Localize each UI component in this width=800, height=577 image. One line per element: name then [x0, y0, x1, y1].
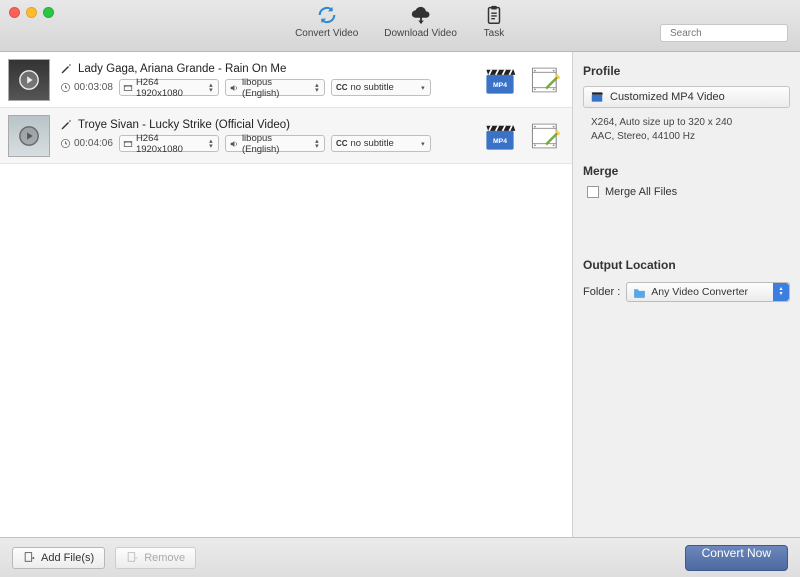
- remove-button[interactable]: Remove: [115, 547, 196, 569]
- profile-description: X264, Auto size up to 320 x 240 AAC, Ste…: [591, 116, 790, 144]
- edit-video-button[interactable]: [528, 118, 564, 154]
- svg-text:MP4: MP4: [493, 137, 507, 144]
- merge-heading: Merge: [583, 164, 790, 178]
- duration: 00:03:08: [60, 82, 113, 93]
- sidebar: Profile Customized MP4 Video X264, Auto …: [572, 52, 800, 537]
- chevron-updown-icon: ▴▾: [312, 82, 322, 94]
- profile-select[interactable]: Customized MP4 Video: [583, 86, 790, 108]
- video-title: Lady Gaga, Ariana Grande - Rain On Me: [78, 63, 286, 75]
- video-info: Lady Gaga, Ariana Grande - Rain On Me 00…: [60, 63, 472, 96]
- output-folder-select[interactable]: Any Video Converter ▴▾: [626, 282, 790, 302]
- clock-icon: [60, 138, 71, 149]
- play-icon: [18, 125, 40, 147]
- video-icon: [122, 82, 134, 94]
- remove-file-icon: [126, 551, 139, 564]
- audio-select[interactable]: libopus (English) ▴▾: [225, 79, 325, 96]
- subtitle-select[interactable]: CC no subtitle ▾: [331, 135, 431, 152]
- video-row[interactable]: Troye Sivan - Lucky Strike (Official Vid…: [0, 108, 572, 164]
- convert-now-button[interactable]: Convert Now: [685, 545, 788, 571]
- output-location-heading: Output Location: [583, 258, 790, 272]
- chevron-down-icon: ▾: [418, 138, 428, 150]
- footer: Add File(s) Remove Convert Now: [0, 537, 800, 577]
- download-video-tab[interactable]: Download Video: [384, 4, 457, 39]
- profile-heading: Profile: [583, 64, 790, 78]
- search-field[interactable]: [660, 24, 788, 42]
- download-video-label: Download Video: [384, 28, 457, 39]
- cloud-download-icon: [410, 4, 432, 26]
- pencil-icon[interactable]: [60, 119, 72, 131]
- add-file-icon: [23, 551, 36, 564]
- titlebar: Convert Video Download Video Task: [0, 0, 800, 52]
- clipboard-icon: [483, 4, 505, 26]
- clock-icon: [60, 82, 71, 93]
- play-icon: [18, 69, 40, 91]
- video-thumbnail[interactable]: [8, 59, 50, 101]
- video-thumbnail[interactable]: [8, 115, 50, 157]
- convert-video-tab[interactable]: Convert Video: [295, 4, 358, 39]
- audio-select[interactable]: libopus (English) ▴▾: [225, 135, 325, 152]
- refresh-icon: [316, 4, 338, 26]
- video-list: Lady Gaga, Ariana Grande - Rain On Me 00…: [0, 52, 572, 537]
- task-label: Task: [484, 28, 505, 39]
- clapperboard-icon: [590, 90, 604, 104]
- subtitle-select[interactable]: CC no subtitle ▾: [331, 79, 431, 96]
- video-icon: [122, 138, 134, 150]
- clapperboard-icon: MP4: [483, 119, 517, 153]
- chevron-updown-icon: ▴▾: [206, 82, 216, 94]
- format-select[interactable]: H264 1920x1080 ▴▾: [119, 79, 219, 96]
- output-format-button[interactable]: MP4: [482, 118, 518, 154]
- folder-icon: [633, 287, 646, 298]
- chevron-updown-icon: ▴▾: [206, 138, 216, 150]
- chevron-updown-icon: ▴▾: [312, 138, 322, 150]
- folder-label: Folder :: [583, 286, 620, 298]
- checkbox-icon: [587, 186, 599, 198]
- duration: 00:04:06: [60, 138, 113, 149]
- filmstrip-wand-icon: [529, 119, 563, 153]
- clapperboard-icon: MP4: [483, 63, 517, 97]
- output-format-button[interactable]: MP4: [482, 62, 518, 98]
- speaker-icon: [228, 138, 240, 150]
- speaker-icon: [228, 82, 240, 94]
- video-title: Troye Sivan - Lucky Strike (Official Vid…: [78, 119, 290, 131]
- merge-all-checkbox[interactable]: Merge All Files: [587, 186, 790, 198]
- task-tab[interactable]: Task: [483, 4, 505, 39]
- filmstrip-wand-icon: [529, 63, 563, 97]
- convert-video-label: Convert Video: [295, 28, 358, 39]
- video-row[interactable]: Lady Gaga, Ariana Grande - Rain On Me 00…: [0, 52, 572, 108]
- chevron-updown-icon: ▴▾: [773, 283, 789, 301]
- add-files-button[interactable]: Add File(s): [12, 547, 105, 569]
- svg-text:MP4: MP4: [493, 81, 507, 88]
- search-input[interactable]: [670, 28, 800, 39]
- pencil-icon[interactable]: [60, 63, 72, 75]
- edit-video-button[interactable]: [528, 62, 564, 98]
- video-info: Troye Sivan - Lucky Strike (Official Vid…: [60, 119, 472, 152]
- chevron-down-icon: ▾: [418, 82, 428, 94]
- format-select[interactable]: H264 1920x1080 ▴▾: [119, 135, 219, 152]
